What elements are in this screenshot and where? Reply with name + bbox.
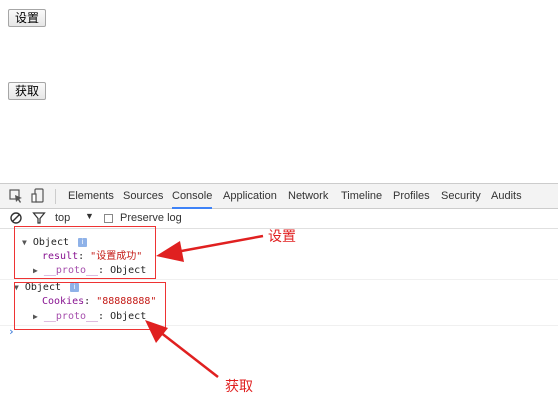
tab-sources[interactable]: Sources bbox=[123, 184, 163, 209]
set-button[interactable]: 设置 bbox=[8, 9, 47, 27]
tab-timeline[interactable]: Timeline bbox=[341, 184, 382, 209]
preserve-log-checkbox[interactable] bbox=[104, 214, 113, 223]
device-mode-icon[interactable] bbox=[30, 188, 46, 204]
tab-profiles[interactable]: Profiles bbox=[393, 184, 430, 209]
context-select[interactable]: top bbox=[55, 212, 70, 224]
chevron-down-icon[interactable]: ▼ bbox=[85, 211, 94, 221]
annotation-label-get: 获取 bbox=[225, 379, 253, 395]
annotation-label-set: 设置 bbox=[268, 229, 296, 245]
tab-application[interactable]: Application bbox=[223, 184, 277, 209]
tab-security[interactable]: Security bbox=[441, 184, 481, 209]
toolbar-separator bbox=[55, 189, 56, 204]
tab-audits[interactable]: Audits bbox=[491, 184, 522, 209]
preserve-log-label: Preserve log bbox=[120, 212, 182, 224]
inspect-element-icon[interactable] bbox=[8, 188, 24, 204]
get-button[interactable]: 获取 bbox=[8, 82, 47, 100]
tab-network[interactable]: Network bbox=[288, 184, 328, 209]
annotation-box-get bbox=[14, 282, 166, 330]
devtools-tabbar: Elements Sources Console Application Net… bbox=[0, 183, 558, 209]
tab-elements[interactable]: Elements bbox=[68, 184, 114, 209]
filter-icon[interactable] bbox=[32, 211, 48, 227]
clear-console-icon[interactable] bbox=[9, 211, 25, 227]
tab-console[interactable]: Console bbox=[172, 184, 213, 209]
annotation-box-set bbox=[14, 226, 156, 279]
